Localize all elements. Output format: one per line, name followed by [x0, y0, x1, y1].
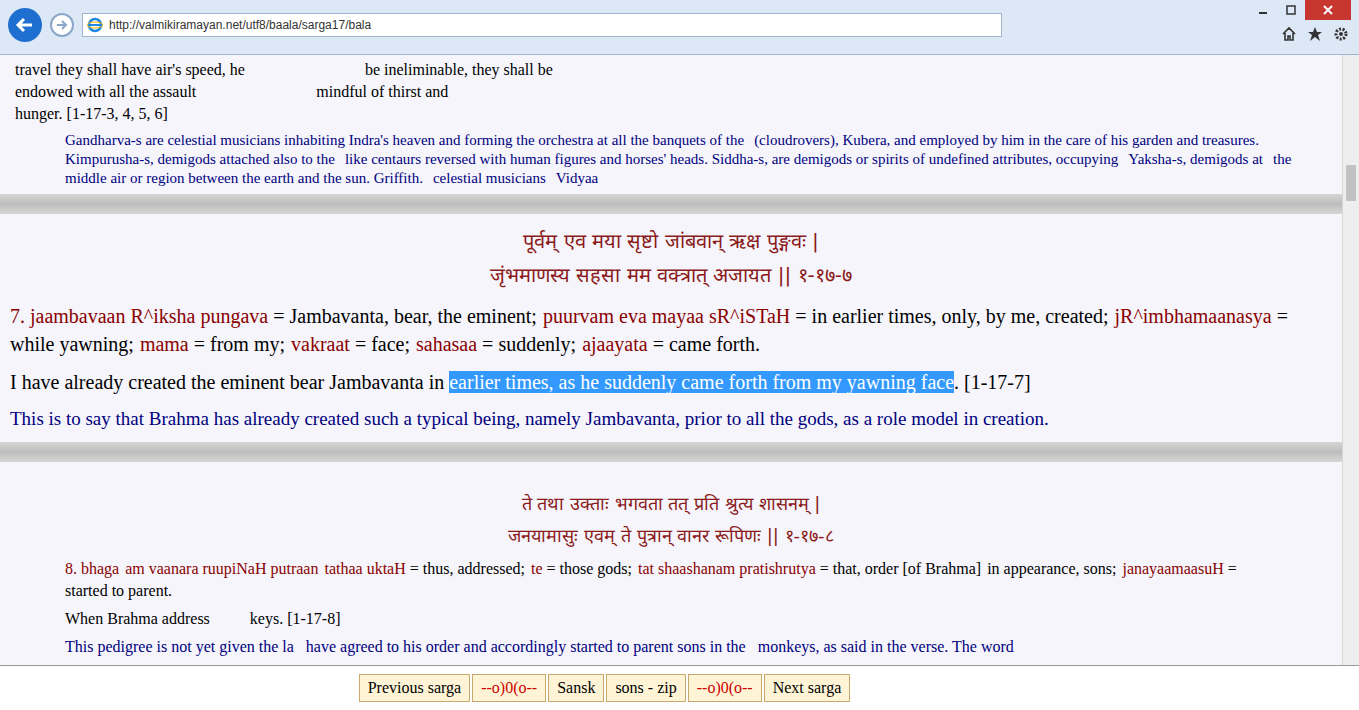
sanskrit-verse: ते तथा उक्ताः भगवता तत् प्रति श्रुत्य शा…: [0, 488, 1342, 552]
section-divider: [0, 194, 1342, 214]
translation: I have already created the eminent bear …: [0, 368, 1342, 396]
close-button[interactable]: [1305, 0, 1351, 20]
nav-button[interactable]: Next sarga: [764, 674, 851, 702]
nav-button[interactable]: sons - zip: [606, 674, 685, 702]
gloss-item: in appearance, sons;: [987, 560, 1116, 577]
gloss-item: am vaanara ruupiNaH putraan: [125, 560, 318, 577]
nav-button[interactable]: Sansk: [548, 674, 604, 702]
intro-paragraph: travel they shall have air's speed, hebe…: [0, 59, 1342, 125]
scrollbar-thumb[interactable]: [1346, 165, 1356, 201]
page-content: travel they shall have air's speed, hebe…: [0, 55, 1342, 665]
gloss-item: tathaa uktaH = thus, addressed;: [324, 560, 525, 577]
text-selection[interactable]: earlier times, as he suddenly came forth…: [449, 371, 954, 393]
home-icon[interactable]: [1281, 26, 1297, 42]
sanskrit-verse: पूर्वम् एव मया सृष्टो जांबवान् ऋक्ष पुङ्…: [0, 224, 1342, 292]
gloss-item: vakraat = face;: [291, 333, 410, 355]
gloss-item: sahasaa = suddenly;: [416, 333, 576, 355]
section-divider: [0, 442, 1342, 462]
gear-icon[interactable]: [1333, 26, 1349, 42]
nav-ornament[interactable]: --o)0(o--: [472, 674, 546, 702]
gloss-item: 8. bhaga: [65, 560, 119, 577]
nav-ornament[interactable]: --o)0(o--: [688, 674, 762, 702]
ie-logo-icon: [87, 17, 103, 33]
arrow-left-icon: [15, 15, 35, 35]
note-paragraph: Gandharva-s are celestial musicians inha…: [0, 131, 1342, 188]
nav-button[interactable]: Previous sarga: [359, 674, 470, 702]
gloss-item: mama = from my;: [140, 333, 285, 355]
maximize-button[interactable]: [1277, 0, 1305, 20]
back-button[interactable]: [8, 8, 42, 42]
gloss-item: tat shaashanam pratishrutya = that, orde…: [638, 560, 981, 577]
sarga-navigation: Previous sarga--o)0(o--Sansksons - zip--…: [0, 665, 1359, 710]
minimize-icon: [1258, 5, 1268, 15]
forward-button[interactable]: [50, 13, 74, 37]
close-icon: [1323, 5, 1333, 15]
gloss-item: puurvam eva mayaa sR^iSTaH = in earlier …: [543, 305, 1109, 327]
arrow-right-icon: [56, 19, 68, 31]
url-text: http://valmikiramayan.net/utf8/baala/sar…: [109, 16, 371, 34]
window-controls: [1249, 0, 1351, 20]
address-bar[interactable]: http://valmikiramayan.net/utf8/baala/sar…: [82, 13, 1002, 37]
browser-toolbar: http://valmikiramayan.net/utf8/baala/sar…: [0, 0, 1359, 55]
commentary: This is to say that Brahma has already c…: [0, 406, 1342, 432]
star-icon[interactable]: [1307, 26, 1323, 42]
verse-section: पूर्वम् एव मया सृष्टो जांबवान् ऋक्ष पुङ्…: [0, 220, 1342, 436]
translation: When Brahma addresskeys. [1-17-8]: [0, 608, 1342, 630]
maximize-icon: [1286, 5, 1296, 15]
gloss-item: 7. jaambavaan R^iksha pungava = Jambavan…: [10, 305, 537, 327]
word-gloss: 7. jaambavaan R^iksha pungava = Jambavan…: [0, 302, 1342, 358]
gloss-item: ajaayata = came forth.: [582, 333, 760, 355]
word-gloss: 8. bhaga am vaanara ruupiNaH putraan tatha…: [0, 558, 1342, 602]
commentary: This pedigree is not yet given the lahav…: [0, 636, 1342, 658]
gloss-item: te = those gods;: [531, 560, 632, 577]
minimize-button[interactable]: [1249, 0, 1277, 20]
verse-section: ते तथा उक्ताः भगवता तत् प्रति श्रुत्य शा…: [0, 468, 1342, 658]
scrollbar[interactable]: [1342, 55, 1359, 665]
browser-window: http://valmikiramayan.net/utf8/baala/sar…: [0, 0, 1359, 710]
